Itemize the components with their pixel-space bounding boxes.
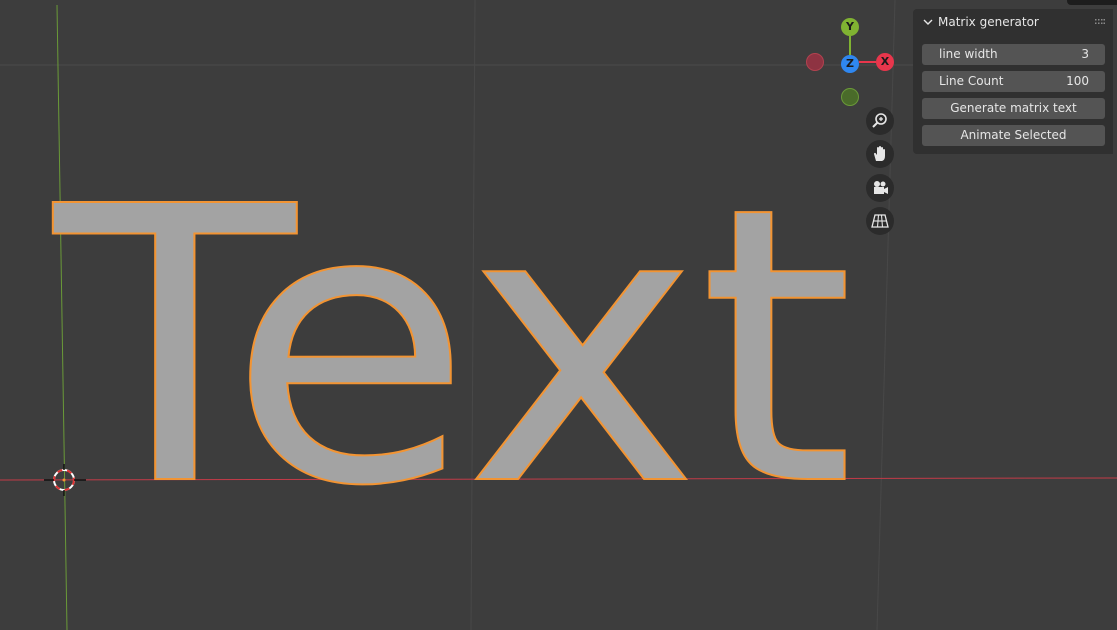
perspective-toggle-button[interactable]	[866, 207, 894, 235]
grid-line	[876, 0, 896, 630]
generate-matrix-text-button[interactable]: Generate matrix text	[922, 98, 1105, 119]
header-corner-tab	[1067, 0, 1117, 5]
matrix-generator-panel: Matrix generator line width 3 Line Count…	[913, 9, 1113, 154]
zoom-icon	[872, 113, 887, 128]
gizmo-neg-y-axis[interactable]	[841, 88, 859, 106]
gizmo-neg-x-axis[interactable]	[806, 53, 824, 71]
pan-button[interactable]	[866, 140, 894, 168]
line-width-value: 3	[1081, 47, 1089, 61]
line-width-label: line width	[939, 47, 998, 61]
line-count-label: Line Count	[939, 74, 1004, 88]
text-object[interactable]: Text	[47, 125, 855, 570]
animate-selected-button[interactable]: Animate Selected	[922, 125, 1105, 146]
gizmo-y-axis[interactable]: Y	[841, 18, 859, 36]
hand-pan-icon	[874, 146, 885, 161]
gizmo-x-axis[interactable]: X	[876, 53, 894, 71]
chevron-down-icon	[923, 19, 933, 25]
drag-handle-icon[interactable]	[1095, 19, 1105, 25]
line-width-field[interactable]: line width 3	[922, 44, 1105, 65]
perspective-grid-icon	[871, 214, 889, 228]
panel-header[interactable]: Matrix generator	[913, 9, 1113, 35]
line-count-field[interactable]: Line Count 100	[922, 71, 1105, 92]
gizmo-z-axis[interactable]: Z	[841, 55, 859, 73]
panel-title: Matrix generator	[938, 15, 1039, 29]
line-count-value: 100	[1066, 74, 1089, 88]
camera-view-button[interactable]	[866, 174, 894, 202]
camera-icon	[874, 181, 888, 194]
zoom-button[interactable]	[866, 107, 894, 135]
